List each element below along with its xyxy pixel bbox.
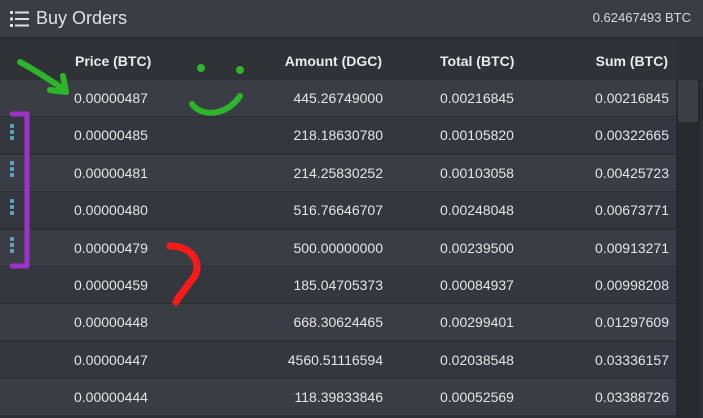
green-smiley-eye-right — [236, 66, 244, 74]
green-smiley-eye-left — [197, 64, 205, 72]
green-arrow-annotation — [17, 59, 69, 95]
green-smiley-mouth — [189, 93, 243, 116]
red-bracket-annotation — [166, 242, 201, 306]
purple-bracket-annotation — [9, 111, 30, 269]
hand-drawn-annotations — [9, 59, 244, 306]
buy-orders-panel: Buy Orders 0.62467493 BTC Price (BTC) Am… — [0, 0, 703, 418]
